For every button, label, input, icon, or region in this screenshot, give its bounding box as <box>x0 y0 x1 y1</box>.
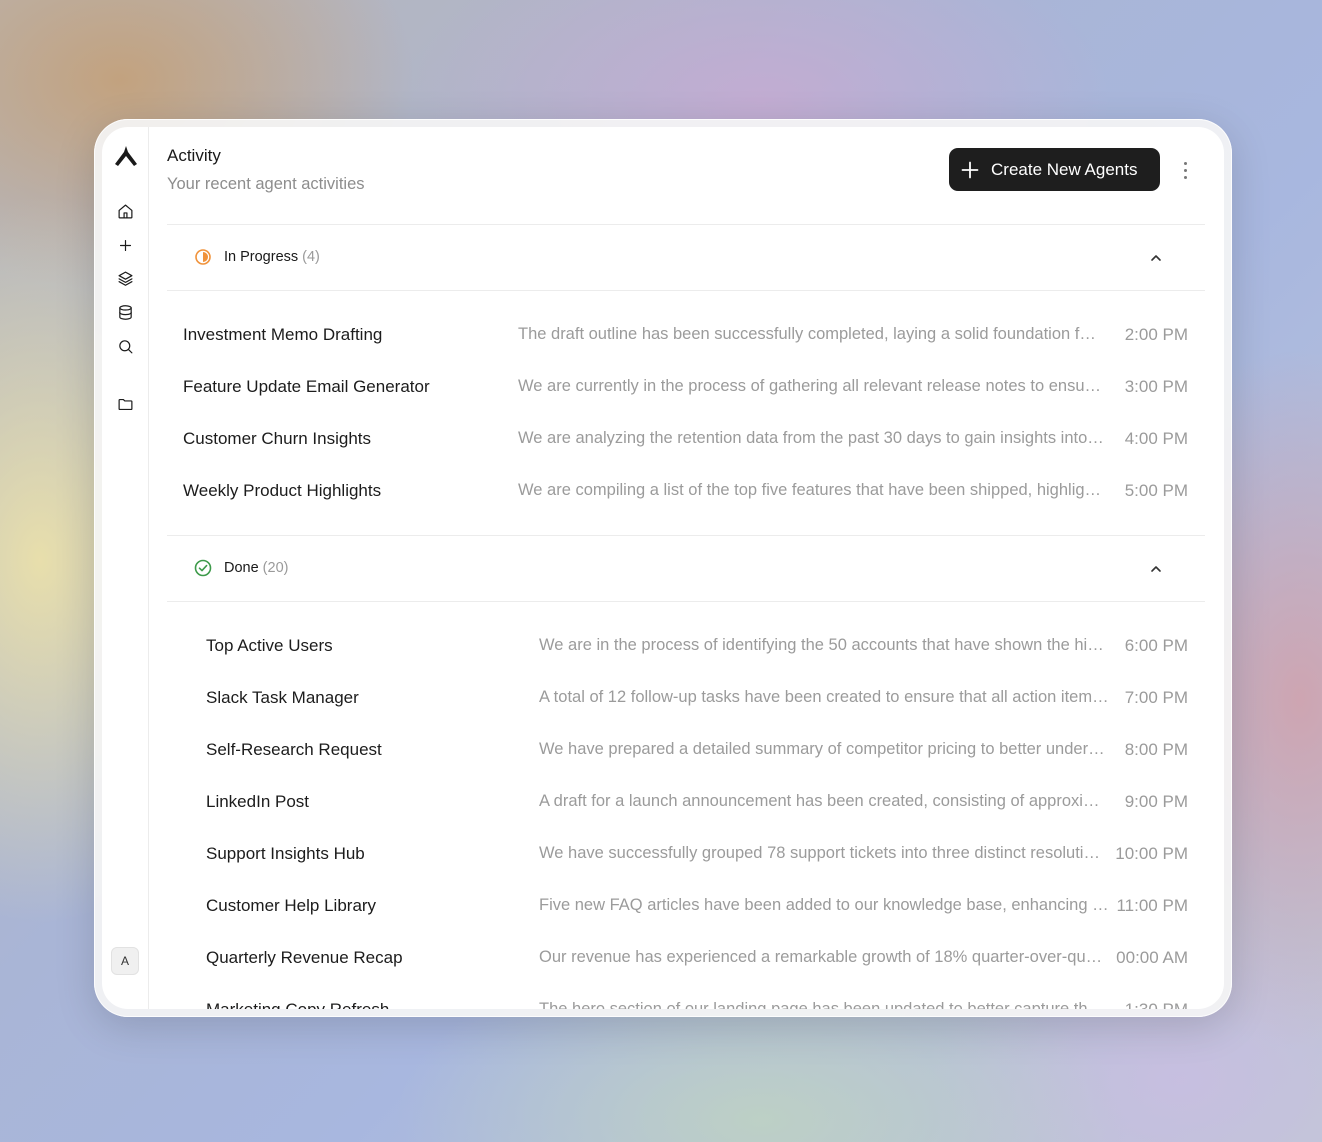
agent-description: The draft outline has been successfully … <box>518 325 1105 343</box>
agent-description: We have successfully grouped 78 support … <box>539 844 1109 862</box>
list-item[interactable]: Quarterly Revenue Recap Our revenue has … <box>167 933 1205 985</box>
list-item[interactable]: Feature Update Email Generator We are cu… <box>167 362 1205 414</box>
list-item[interactable]: Marketing Copy Refresh The hero section … <box>167 985 1205 1009</box>
agent-title: Slack Task Manager <box>206 688 359 707</box>
search-icon[interactable] <box>116 337 134 355</box>
agent-title: Self-Research Request <box>206 740 382 759</box>
agent-title: Feature Update Email Generator <box>183 377 430 396</box>
agent-time: 11:00 PM <box>1116 896 1188 915</box>
agent-description: We are currently in the process of gathe… <box>518 377 1105 395</box>
agent-description: We are compiling a list of the top five … <box>518 481 1105 499</box>
divider <box>167 601 1205 602</box>
agent-description: Five new FAQ articles have been added to… <box>539 896 1109 914</box>
page-title: Activity <box>167 146 221 165</box>
list-item[interactable]: LinkedIn Post A draft for a launch annou… <box>167 777 1205 829</box>
agent-time: 6:00 PM <box>1124 636 1188 655</box>
create-new-agents-button[interactable]: Create New Agents <box>949 148 1160 191</box>
agent-title: Customer Help Library <box>206 896 377 915</box>
agent-description: We are in the process of identifying the… <box>539 636 1109 654</box>
agent-time: 1:30 PM <box>1125 1000 1188 1009</box>
agent-title: LinkedIn Post <box>206 792 310 811</box>
database-icon[interactable] <box>116 303 134 321</box>
app-logo-icon[interactable] <box>113 145 139 167</box>
list-item[interactable]: Investment Memo Drafting The draft outli… <box>167 310 1205 362</box>
agent-title: Support Insights Hub <box>206 844 365 863</box>
agent-description: A total of 12 follow-up tasks have been … <box>539 688 1109 706</box>
agent-time: 9:00 PM <box>1124 792 1188 811</box>
agent-time: 8:00 PM <box>1124 740 1188 759</box>
layers-icon[interactable] <box>116 269 134 287</box>
agent-title: Marketing Copy Refresh <box>206 1000 389 1009</box>
in-progress-icon <box>195 249 211 265</box>
section-label: Done (20) <box>224 560 289 576</box>
agent-description: Our revenue has experienced a remarkable… <box>539 948 1109 966</box>
list-item[interactable]: Weekly Product Highlights We are compili… <box>167 466 1205 518</box>
more-options-icon[interactable] <box>1177 155 1193 185</box>
agent-time: 2:00 PM <box>1124 325 1188 344</box>
agent-title: Customer Churn Insights <box>183 429 372 448</box>
avatar[interactable]: A <box>111 947 139 975</box>
list-item[interactable]: Self-Research Request We have prepared a… <box>167 725 1205 777</box>
divider <box>167 290 1205 291</box>
plus-icon[interactable] <box>116 236 134 254</box>
section-header-done[interactable]: Done (20) <box>167 536 1205 600</box>
chevron-up-icon[interactable] <box>1149 562 1163 576</box>
agent-time: 5:00 PM <box>1124 481 1188 500</box>
check-circle-icon <box>194 559 212 577</box>
create-button-label: Create New Agents <box>991 159 1138 179</box>
agent-title: Quarterly Revenue Recap <box>206 948 403 967</box>
section-label: In Progress (4) <box>224 249 320 265</box>
app-window: A Activity Your recent agent activities … <box>102 127 1224 1009</box>
agent-description: We have prepared a detailed summary of c… <box>539 740 1109 758</box>
agent-title: Top Active Users <box>206 636 333 655</box>
agent-description: We are analyzing the retention data from… <box>518 429 1105 447</box>
list-item[interactable]: Customer Help Library Five new FAQ artic… <box>167 881 1205 933</box>
agent-description: The hero section of our landing page has… <box>539 1000 1109 1009</box>
sidebar: A <box>102 127 149 1009</box>
agent-time: 00:00 AM <box>1116 948 1188 967</box>
agent-time: 3:00 PM <box>1124 377 1188 396</box>
agent-title: Investment Memo Drafting <box>183 325 383 344</box>
home-icon[interactable] <box>116 202 134 220</box>
list-item[interactable]: Customer Churn Insights We are analyzing… <box>167 414 1205 466</box>
list-item[interactable]: Top Active Users We are in the process o… <box>167 621 1205 673</box>
agent-title: Weekly Product Highlights <box>183 481 382 500</box>
list-item[interactable]: Slack Task Manager A total of 12 follow-… <box>167 673 1205 725</box>
agent-time: 4:00 PM <box>1124 429 1188 448</box>
list-item[interactable]: Support Insights Hub We have successfull… <box>167 829 1205 881</box>
chevron-up-icon[interactable] <box>1149 251 1163 265</box>
agent-description: A draft for a launch announcement has be… <box>539 792 1109 810</box>
folder-icon[interactable] <box>116 395 134 413</box>
plus-icon <box>961 161 979 178</box>
agent-time: 7:00 PM <box>1124 688 1188 707</box>
agent-time: 10:00 PM <box>1115 844 1188 863</box>
page-subtitle: Your recent agent activities <box>167 175 365 193</box>
main-content: Activity Your recent agent activities Cr… <box>167 127 1205 1009</box>
section-header-in-progress[interactable]: In Progress (4) <box>167 225 1205 289</box>
